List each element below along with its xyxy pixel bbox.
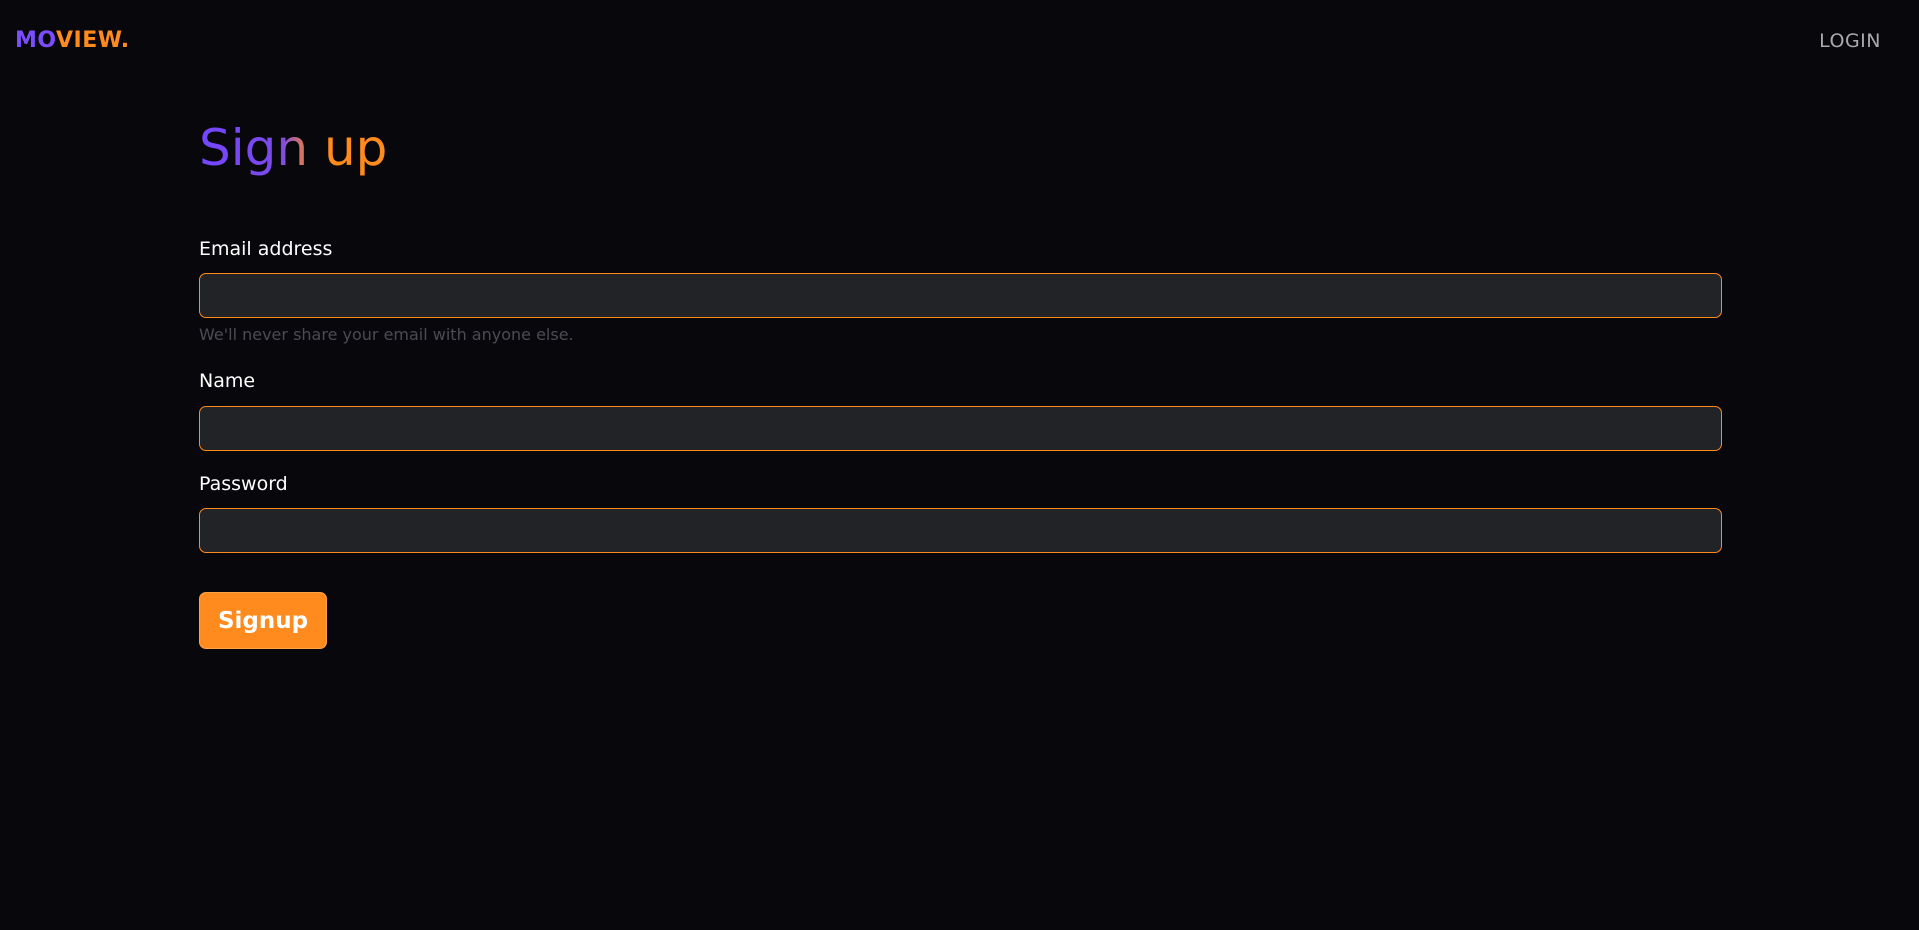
email-help-text: We'll never share your email with anyone… (199, 325, 574, 344)
password-label: Password (199, 473, 288, 495)
page-title: Sign up (199, 116, 387, 180)
top-navbar: MOVIEW. LOGIN (0, 0, 1919, 84)
password-field[interactable] (199, 508, 1722, 553)
email-field[interactable] (199, 273, 1722, 318)
signup-button[interactable]: Signup (199, 592, 327, 649)
name-field[interactable] (199, 406, 1722, 451)
brand-logo[interactable]: MOVIEW. (15, 27, 130, 55)
name-label: Name (199, 370, 256, 392)
email-label: Email address (199, 238, 333, 260)
logo-text-mo: MO (15, 28, 57, 53)
logo-text-view: VIEW. (56, 28, 130, 53)
login-link[interactable]: LOGIN (1819, 29, 1881, 53)
